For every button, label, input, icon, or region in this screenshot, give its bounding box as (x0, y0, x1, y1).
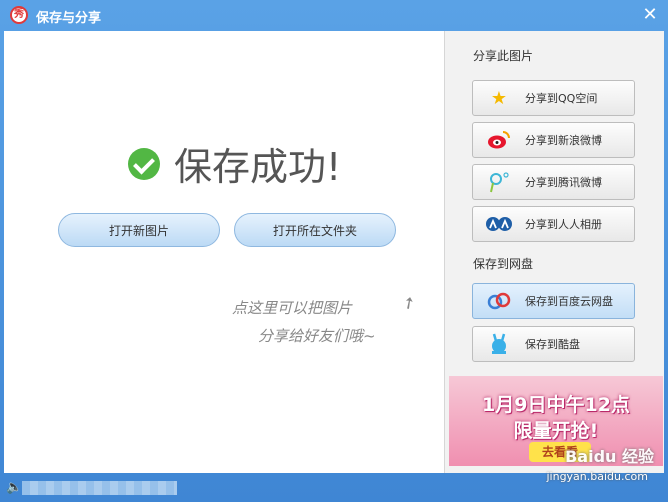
success-text: 保存成功! (174, 145, 342, 189)
share-section-title: 分享此图片 (473, 49, 534, 63)
renren-icon (485, 212, 513, 236)
share-hint-line1: 点这里可以把图片 (232, 299, 353, 317)
share-hint-line2: 分享给好友们哦~ (258, 327, 376, 345)
status-text-blurred (22, 481, 177, 495)
share-sina-weibo-label: 分享到新浪微博 (525, 134, 602, 147)
tencent-weibo-icon (485, 170, 513, 194)
banner-offer-text: 限量开抢! (513, 420, 599, 442)
qzone-star-icon: ★ (490, 87, 508, 109)
window-title: 保存与分享 (36, 11, 102, 26)
save-kupan-label: 保存到酷盘 (525, 338, 580, 351)
save-kupan-button[interactable]: 保存到酷盘 (472, 326, 635, 362)
share-tencent-weibo-label: 分享到腾讯微博 (525, 176, 602, 189)
sina-weibo-icon (485, 128, 513, 152)
share-sina-weibo-button[interactable]: 分享到新浪微博 (472, 122, 635, 158)
app-logo-icon: 秀 (10, 6, 28, 24)
hint-arrow-icon: ➚ (397, 290, 420, 315)
banner-date-text: 1月9日中午12点 (482, 394, 630, 416)
baidu-cloud-icon (485, 289, 513, 313)
success-message: 保存成功! (128, 136, 341, 191)
share-side-panel: 分享此图片 ★ 分享到QQ空间 分享到新浪微博 分享到腾讯微博 分享到人人相册 … (444, 31, 664, 473)
kupan-icon (485, 332, 513, 356)
watermark-url: jingyan.baidu.com (546, 470, 648, 483)
cloud-section-title: 保存到网盘 (473, 257, 534, 271)
volume-icon[interactable]: 🔈 (6, 480, 22, 495)
share-tencent-weibo-button[interactable]: 分享到腾讯微博 (472, 164, 635, 200)
save-baidu-cloud-button[interactable]: 保存到百度云网盘 (472, 283, 635, 319)
save-baidu-cloud-label: 保存到百度云网盘 (525, 295, 613, 308)
title-bar: 秀 保存与分享 ✕ (0, 0, 668, 30)
open-new-image-button[interactable]: 打开新图片 (58, 213, 220, 247)
share-qzone-button[interactable]: ★ 分享到QQ空间 (472, 80, 635, 116)
check-circle-icon (128, 147, 160, 180)
close-button[interactable]: ✕ (640, 5, 660, 25)
share-renren-button[interactable]: 分享到人人相册 (472, 206, 635, 242)
open-folder-button[interactable]: 打开所在文件夹 (234, 213, 396, 247)
save-share-window: 秀 保存与分享 ✕ 保存成功! 打开新图片 打开所在文件夹 点这里可以把图片 分… (0, 0, 668, 502)
main-panel: 保存成功! 打开新图片 打开所在文件夹 点这里可以把图片 分享给好友们哦~ ➚ (4, 31, 444, 473)
share-renren-label: 分享到人人相册 (525, 218, 602, 231)
baidu-jingyan-watermark: Baidu 经验 (565, 447, 654, 466)
share-qzone-label: 分享到QQ空间 (525, 92, 598, 105)
